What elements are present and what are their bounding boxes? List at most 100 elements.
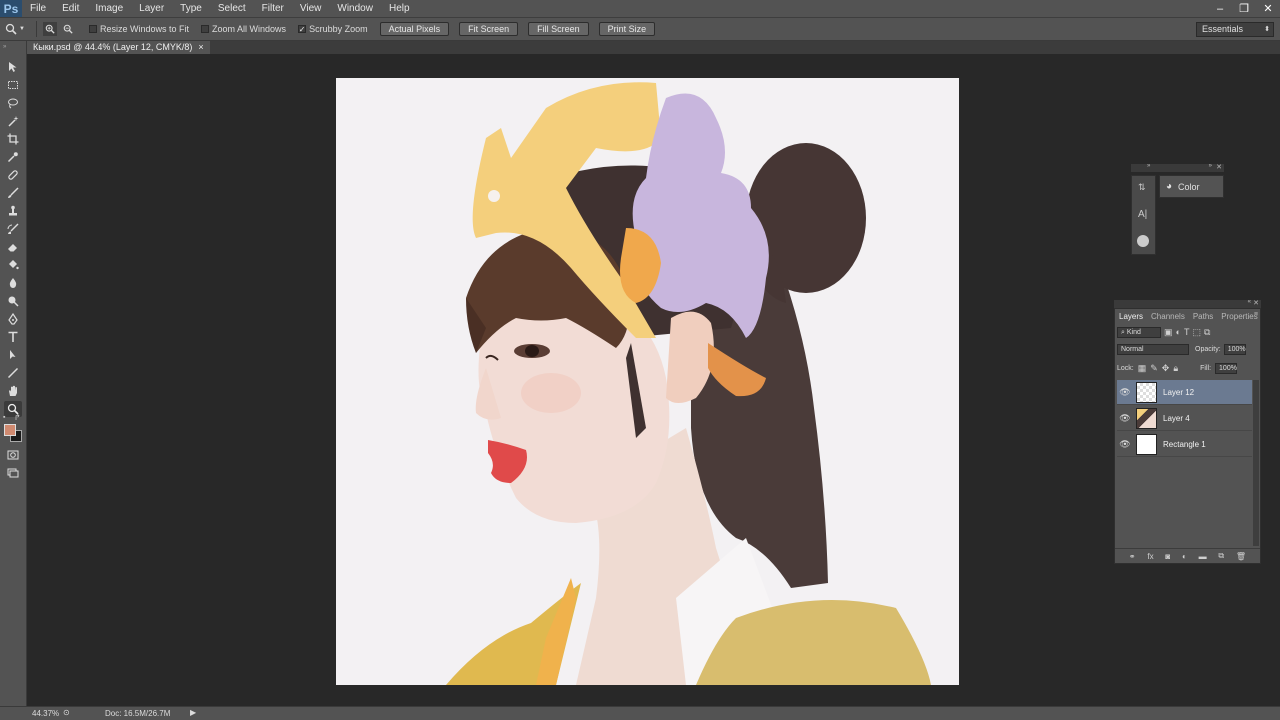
scrubby-zoom-checkbox[interactable]: ✓ Scrubby Zoom <box>298 24 368 34</box>
lock-pixels-icon[interactable]: ✎ <box>1150 363 1158 374</box>
brush-panel-icon[interactable]: ⇅ <box>1138 182 1146 193</box>
blur-tool-icon[interactable] <box>4 275 22 291</box>
minimize-icon[interactable]: – <box>1208 0 1232 17</box>
menu-type[interactable]: Type <box>172 0 210 17</box>
workspace-switcher[interactable]: Essentials ⬍ <box>1196 22 1274 37</box>
clone-stamp-icon[interactable] <box>4 203 22 219</box>
blend-mode-select[interactable]: Normal <box>1117 343 1189 355</box>
status-info-icon[interactable]: ⊙ <box>63 708 70 717</box>
glyph-panel-icon[interactable] <box>1137 235 1149 247</box>
move-tool-icon[interactable] <box>4 59 22 75</box>
menu-filter[interactable]: Filter <box>254 0 292 17</box>
tab-channels[interactable]: Channels <box>1147 311 1189 323</box>
options-bar: ▼ Resize Windows to Fit Zoom All Windows… <box>0 17 1280 41</box>
fill-screen-button[interactable]: Fill Screen <box>528 22 589 36</box>
expand-icon[interactable]: » <box>1209 163 1212 169</box>
eyedropper-icon[interactable] <box>4 149 22 165</box>
lock-all-icon[interactable]: 🔒︎ <box>1173 363 1178 374</box>
paint-bucket-icon[interactable] <box>4 257 22 273</box>
type-filter-icon[interactable]: T <box>1184 327 1190 337</box>
filter-kind-select[interactable]: ⌕ Kind <box>1117 326 1161 338</box>
opacity-field[interactable]: 100% <box>1223 343 1246 355</box>
close-panel-icon[interactable]: ✕ <box>1253 299 1259 307</box>
menu-image[interactable]: Image <box>87 0 131 17</box>
fill-field[interactable]: 100% <box>1215 362 1238 374</box>
tab-layers[interactable]: Layers <box>1115 311 1148 323</box>
new-layer-icon[interactable]: ⧉ <box>1218 551 1224 561</box>
close-panel-icon[interactable]: ✕ <box>1216 163 1222 171</box>
adjustment-filter-icon[interactable]: ◐ <box>1176 327 1181 337</box>
lasso-tool-icon[interactable] <box>4 95 22 111</box>
layer-style-icon[interactable]: fx <box>1147 552 1153 561</box>
add-mask-icon[interactable]: ◙ <box>1165 552 1170 561</box>
visibility-eye-icon[interactable]: 👁︎ <box>1117 406 1133 431</box>
zoom-out-icon[interactable] <box>61 22 75 36</box>
layer-thumbnail <box>1136 381 1157 403</box>
print-size-button[interactable]: Print Size <box>598 22 656 36</box>
zoom-level[interactable]: 44.37% <box>32 709 59 718</box>
opacity-value: 100% <box>1227 345 1246 353</box>
crop-tool-icon[interactable] <box>4 131 22 147</box>
tool-preset-picker[interactable]: ▼ <box>0 23 30 35</box>
document-tab[interactable]: Кыки.psd @ 44.4% (Layer 12, CMYK/8) × <box>27 41 210 54</box>
layer-row-rectangle-1[interactable]: 👁︎ Rectangle 1 <box>1117 432 1252 457</box>
pixel-filter-icon[interactable]: ▣ <box>1164 327 1173 338</box>
screen-mode-icon[interactable] <box>4 465 22 481</box>
canvas-area[interactable] <box>28 54 1113 706</box>
collapse-icon[interactable]: » <box>3 44 6 50</box>
smart-object-filter-icon[interactable]: ⧉ <box>1204 327 1210 338</box>
menu-help[interactable]: Help <box>381 0 418 17</box>
actual-pixels-button[interactable]: Actual Pixels <box>379 22 450 36</box>
lock-position-icon[interactable]: ✥ <box>1162 363 1170 374</box>
visibility-eye-icon[interactable]: 👁︎ <box>1117 432 1133 457</box>
color-panel-button[interactable]: ◕ Color <box>1159 175 1224 198</box>
menu-select[interactable]: Select <box>210 0 254 17</box>
expand-right-icon[interactable]: ▶ <box>190 708 196 717</box>
tab-paths[interactable]: Paths <box>1189 311 1217 323</box>
pen-tool-icon[interactable] <box>4 311 22 327</box>
lock-transparent-icon[interactable]: ▦ <box>1138 363 1147 374</box>
marquee-tool-icon[interactable] <box>4 77 22 93</box>
hand-tool-icon[interactable] <box>4 383 22 399</box>
close-tab-icon[interactable]: × <box>198 41 203 54</box>
resize-windows-checkbox[interactable]: Resize Windows to Fit <box>89 24 189 34</box>
delete-layer-icon[interactable]: 🗑︎ <box>1236 552 1246 561</box>
menu-layer[interactable]: Layer <box>131 0 172 17</box>
swap-colors-icon[interactable]: ↱ <box>14 413 21 422</box>
healing-brush-icon[interactable] <box>4 167 22 183</box>
zoom-all-windows-checkbox[interactable]: Zoom All Windows <box>201 24 286 34</box>
layer-thumbnail <box>1136 433 1157 455</box>
restore-icon[interactable]: ❐ <box>1232 0 1256 17</box>
magic-wand-icon[interactable] <box>4 113 22 129</box>
line-tool-icon[interactable] <box>4 365 22 381</box>
collapse-icon[interactable]: » <box>1147 163 1150 169</box>
zoom-in-icon[interactable] <box>43 22 57 36</box>
fit-screen-button[interactable]: Fit Screen <box>459 22 519 36</box>
menu-view[interactable]: View <box>292 0 330 17</box>
shape-filter-icon[interactable]: ⬚ <box>1192 327 1201 338</box>
close-window-icon[interactable]: ✕ <box>1256 0 1280 17</box>
collapse-icon[interactable]: « <box>1248 299 1251 305</box>
link-layers-icon[interactable]: ⚭ <box>1129 552 1136 561</box>
menu-window[interactable]: Window <box>329 0 381 17</box>
layer-row-layer-4[interactable]: 👁︎ Layer 4 <box>1117 406 1252 431</box>
default-colors-icon[interactable]: ▪ <box>3 414 5 421</box>
menu-edit[interactable]: Edit <box>54 0 87 17</box>
type-tool-icon[interactable] <box>4 329 22 345</box>
visibility-eye-icon[interactable]: 👁︎ <box>1117 380 1133 405</box>
eraser-tool-icon[interactable] <box>4 239 22 255</box>
foreground-color-swatch[interactable] <box>4 424 16 436</box>
menu-file[interactable]: File <box>22 0 54 17</box>
panel-menu-icon[interactable]: ≡ <box>1254 311 1258 318</box>
dodge-tool-icon[interactable] <box>4 293 22 309</box>
path-selection-icon[interactable] <box>4 347 22 363</box>
new-group-icon[interactable]: ▬ <box>1199 552 1207 561</box>
layer-row-layer-12[interactable]: 👁︎ Layer 12 <box>1117 380 1252 405</box>
history-brush-icon[interactable] <box>4 221 22 237</box>
brush-tool-icon[interactable] <box>4 185 22 201</box>
document-canvas[interactable] <box>336 78 959 685</box>
quick-mask-icon[interactable] <box>4 447 22 463</box>
new-adjustment-icon[interactable]: ◐ <box>1182 552 1187 561</box>
character-panel-icon[interactable]: A| <box>1138 209 1147 220</box>
layers-scrollbar[interactable] <box>1253 380 1259 546</box>
